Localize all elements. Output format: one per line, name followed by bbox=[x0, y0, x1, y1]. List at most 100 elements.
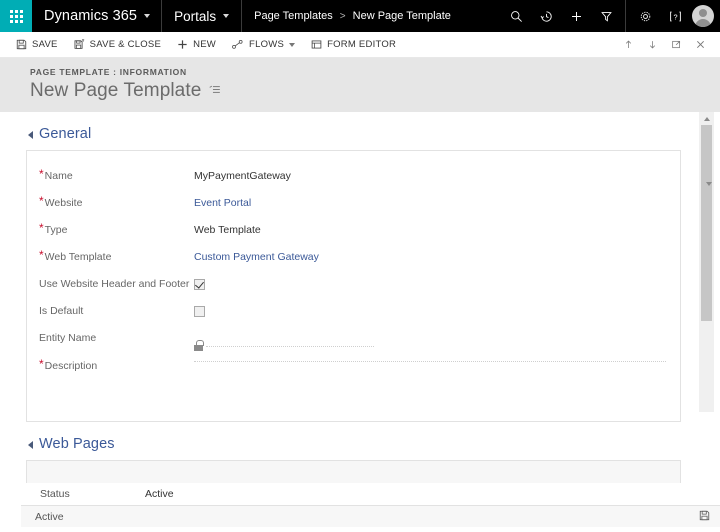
footer-status-text: Active bbox=[35, 510, 64, 523]
svg-text:?: ? bbox=[673, 12, 677, 21]
save-button[interactable]: SAVE bbox=[8, 32, 66, 58]
page-title-row: New Page Template bbox=[30, 80, 720, 102]
next-record-icon[interactable] bbox=[640, 32, 664, 58]
field-label-description: * Description bbox=[39, 351, 194, 372]
scrollbar-track[interactable] bbox=[699, 125, 714, 412]
form-selector-icon[interactable] bbox=[209, 82, 222, 100]
required-indicator: * bbox=[39, 357, 44, 371]
flows-icon bbox=[232, 39, 243, 49]
status-panel: Status Active bbox=[21, 483, 720, 505]
flows-button[interactable]: FLOWS bbox=[224, 32, 303, 58]
status-value[interactable]: Active bbox=[145, 488, 174, 500]
label-text: Type bbox=[44, 224, 68, 236]
lock-icon bbox=[194, 340, 204, 351]
page-header: PAGE TEMPLATE : INFORMATION New Page Tem… bbox=[0, 58, 720, 112]
plus-icon bbox=[178, 40, 187, 49]
field-row-description: * Description bbox=[27, 351, 680, 409]
collapse-triangle-icon bbox=[28, 131, 33, 139]
field-value-type[interactable]: Web Template bbox=[194, 215, 680, 236]
chevron-down-icon bbox=[144, 14, 151, 18]
breadcrumb-parent-link[interactable]: Page Templates bbox=[254, 10, 333, 22]
footer-status-bar: Active bbox=[21, 505, 720, 527]
recent-history-icon[interactable] bbox=[531, 0, 561, 32]
status-label: Status bbox=[40, 488, 70, 500]
settings-gear-icon[interactable] bbox=[630, 0, 660, 32]
waffle-menu-button[interactable] bbox=[0, 0, 32, 32]
section-title-web-pages: Web Pages bbox=[39, 436, 115, 452]
entity-name-dotted-line bbox=[206, 345, 374, 347]
save-close-icon bbox=[74, 39, 84, 49]
label-text: Entity Name bbox=[39, 332, 97, 344]
page-kicker: PAGE TEMPLATE : INFORMATION bbox=[30, 67, 187, 77]
previous-record-icon[interactable] bbox=[616, 32, 640, 58]
arrow-up-icon bbox=[703, 116, 710, 121]
brand-label: Dynamics 365 bbox=[44, 8, 138, 24]
new-button[interactable]: NEW bbox=[169, 32, 224, 58]
command-bar: SAVE SAVE & CLOSE NEW FLOWS FORM EDITOR bbox=[0, 32, 720, 58]
app-switcher-portals[interactable]: Portals bbox=[162, 0, 243, 32]
label-text: Web Template bbox=[44, 251, 112, 263]
quick-create-icon[interactable] bbox=[561, 0, 591, 32]
field-value-name[interactable]: MyPaymentGateway bbox=[194, 161, 680, 182]
field-row-is-default: Is Default bbox=[27, 296, 680, 323]
form-editor-icon bbox=[311, 40, 322, 49]
form-editor-button[interactable]: FORM EDITOR bbox=[303, 32, 404, 58]
advanced-filter-icon[interactable] bbox=[591, 0, 621, 32]
breadcrumb-separator-icon: > bbox=[339, 10, 346, 22]
field-label-is-default: Is Default bbox=[39, 296, 194, 317]
field-label-type: * Type bbox=[39, 215, 194, 236]
scrollbar-up-button[interactable] bbox=[699, 112, 714, 125]
general-field-group: * Name MyPaymentGateway * Website Event … bbox=[26, 150, 681, 422]
field-label-website: * Website bbox=[39, 188, 194, 209]
field-row-website: * Website Event Portal bbox=[27, 188, 680, 215]
nav-icon-group: ? bbox=[501, 0, 720, 32]
form-scrollbar[interactable] bbox=[699, 112, 714, 412]
user-avatar[interactable] bbox=[692, 5, 714, 27]
page-title: New Page Template bbox=[30, 80, 202, 101]
popout-icon[interactable] bbox=[664, 32, 688, 58]
save-and-close-button[interactable]: SAVE & CLOSE bbox=[66, 32, 169, 58]
section-header-web-pages[interactable]: Web Pages bbox=[0, 422, 697, 460]
section-title-general: General bbox=[39, 126, 92, 142]
save-and-close-label: SAVE & CLOSE bbox=[89, 39, 162, 50]
label-text: Website bbox=[44, 197, 83, 209]
checkbox-is-default[interactable] bbox=[194, 306, 205, 317]
field-row-use-website-header-footer: Use Website Header and Footer bbox=[27, 269, 680, 296]
required-indicator: * bbox=[39, 167, 44, 181]
breadcrumb: Page Templates > New Page Template bbox=[242, 0, 463, 32]
field-row-name: * Name MyPaymentGateway bbox=[27, 161, 680, 188]
field-value-web-template[interactable]: Custom Payment Gateway bbox=[194, 242, 680, 263]
field-label-entity-name: Entity Name bbox=[39, 323, 194, 344]
flows-button-label: FLOWS bbox=[249, 39, 285, 50]
field-value-description[interactable] bbox=[194, 351, 680, 362]
nav-divider bbox=[625, 0, 626, 32]
new-button-label: NEW bbox=[193, 39, 217, 50]
label-text: Description bbox=[44, 360, 98, 372]
help-icon[interactable]: ? bbox=[660, 0, 690, 32]
field-label-name: * Name bbox=[39, 161, 194, 182]
section-header-general[interactable]: General bbox=[0, 112, 697, 150]
field-value-website[interactable]: Event Portal bbox=[194, 188, 680, 209]
left-rail bbox=[0, 112, 21, 527]
subgrid-expand-chevron[interactable] bbox=[706, 182, 712, 204]
description-dotted-line bbox=[194, 361, 666, 362]
brand-dynamics-365[interactable]: Dynamics 365 bbox=[32, 0, 163, 32]
chevron-down-icon bbox=[223, 14, 230, 18]
label-text: Name bbox=[44, 170, 73, 182]
field-row-type: * Type Web Template bbox=[27, 215, 680, 242]
label-text: Use Website Header and Footer bbox=[39, 278, 190, 290]
save-icon[interactable] bbox=[699, 508, 710, 526]
field-value-use-website-header-footer bbox=[194, 269, 680, 293]
search-icon[interactable] bbox=[501, 0, 531, 32]
chevron-down-icon bbox=[706, 182, 712, 203]
scrollbar-thumb[interactable] bbox=[701, 125, 712, 321]
close-icon[interactable] bbox=[688, 32, 712, 58]
field-label-use-website-header-footer: Use Website Header and Footer bbox=[39, 269, 194, 290]
form-editor-label: FORM EDITOR bbox=[327, 39, 397, 50]
required-indicator: * bbox=[39, 194, 44, 208]
field-label-web-template: * Web Template bbox=[39, 242, 194, 263]
checkbox-use-website-header-footer[interactable] bbox=[194, 279, 205, 290]
form-body: General * Name MyPaymentGateway * Websit… bbox=[0, 112, 720, 527]
top-navigation-bar: Dynamics 365 Portals Page Templates > Ne… bbox=[0, 0, 720, 32]
